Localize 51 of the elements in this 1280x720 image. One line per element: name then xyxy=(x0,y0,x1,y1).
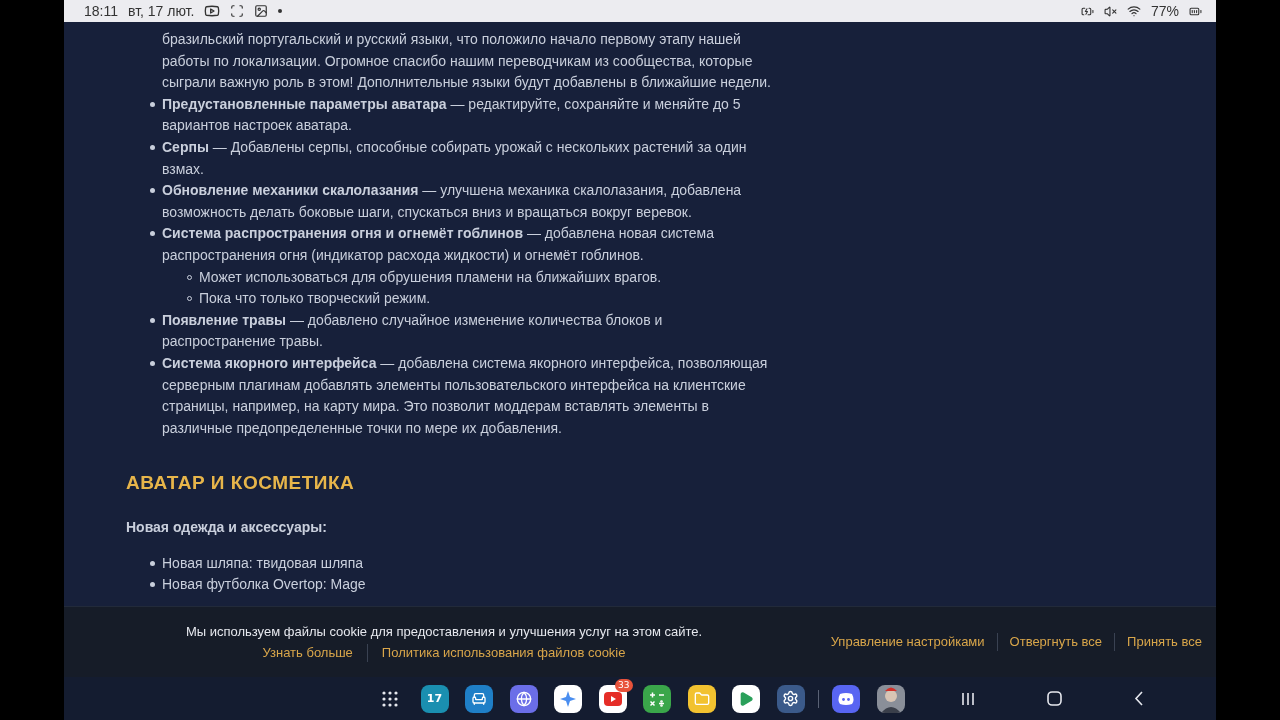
cookie-action-link[interactable]: Отвергнуть все xyxy=(1009,632,1103,652)
home-icon[interactable] xyxy=(1047,691,1062,706)
list-item-text: Система распространения огня и огнемёт гоблинов — добавлена новая система распространения огня (индикатор расхода жидкости) и огнемёт гоблинов. xyxy=(162,224,716,265)
screenshot-icon xyxy=(230,4,245,18)
bullet-icon xyxy=(150,317,155,323)
list-item-text: Предустановленные параметры аватара — редактируйте, сохраняйте и меняйте до 5 вариантов настроек аватара. xyxy=(162,94,742,136)
bullet-icon xyxy=(150,582,155,588)
list-item-text: Серпы — Добавлены серпы, способные собирать урожай с нескольких растений за один взмах. xyxy=(162,137,748,179)
calendar-app-icon[interactable]: 17 xyxy=(420,684,449,713)
paragraph: бразильский португальский и русский языки, что положило начало первому этапу нашей работы по локализации. Огромное спасибо нашим переводчикам из сообщества, которые сыграли важную роль в этом! Дополнительные языки будут добавлены в ближайшие недели. xyxy=(162,30,772,93)
cookie-link[interactable]: Политика использования файлов cookie xyxy=(381,642,626,663)
bench-app-icon[interactable] xyxy=(465,684,493,713)
bullet-icon xyxy=(150,188,155,194)
calculator-app-icon[interactable] xyxy=(643,684,671,713)
list-item-text: Новая футболка Overtop: Mage xyxy=(162,575,366,595)
list-item-text: Система якорного интерфейса — добавлена система якорного интерфейса, позволяющая серверным плагинам добавлять элементы пользовательского интерфейса на клиентские страницы, например, на карту мира. Это позволит моддерам вставлять элементы в различные предопределенные точки по мере их добавления. xyxy=(162,353,769,438)
bullet-icon xyxy=(150,360,155,366)
image-icon xyxy=(254,4,269,18)
recents-icon[interactable] xyxy=(961,691,975,706)
list-item-text: Может использоваться для обрушения пламени на ближайших врагов. xyxy=(199,267,662,287)
wifi-icon xyxy=(1126,4,1141,18)
bullet-icon xyxy=(150,231,155,237)
cookie-action-link[interactable]: Принять все xyxy=(1127,632,1202,652)
bullet-icon xyxy=(150,101,155,107)
avatar-app-icon[interactable] xyxy=(876,684,905,713)
play-store-app-icon[interactable] xyxy=(732,684,760,713)
apps-grid-icon xyxy=(382,690,398,707)
battery-percent: 77% xyxy=(1150,3,1179,19)
mute-icon xyxy=(1103,4,1117,18)
planet-app-icon[interactable] xyxy=(509,684,538,713)
dot-icon xyxy=(278,9,283,13)
folder-app-icon[interactable] xyxy=(687,684,716,713)
sparkle-app-icon[interactable] xyxy=(554,684,582,713)
status-time: 18:11 xyxy=(84,3,118,19)
list-item-text: Обновление механики скалолазания — улучшена механика скалолазания, добавлена возможность делать боковые шаги, спускаться вниз и вращаться вокруг веревок. xyxy=(162,181,743,222)
cookie-action-link[interactable]: Управление настройками xyxy=(830,632,985,652)
bullet-icon xyxy=(150,144,155,150)
list-item-text: Появление травы — добавлено случайное изменение количества блоков и распространение травы. xyxy=(162,310,664,352)
bullet-icon xyxy=(150,560,155,566)
back-icon[interactable] xyxy=(1134,691,1144,706)
section-heading: АВАТАР И КОСМЕТИКА xyxy=(126,471,356,496)
cookie-message: Мы используем файлы cookie для предоставления и улучшения услуг на этом сайте. xyxy=(185,622,703,641)
list-item-text: Пока что только творческий режим. xyxy=(199,289,431,309)
status-date: вт, 17 лют. xyxy=(128,3,195,19)
gear-app-icon[interactable] xyxy=(776,684,805,713)
cookie-link[interactable]: Узнать больше xyxy=(262,642,353,663)
list-item-text: Новая шляпа: твидовая шляпа xyxy=(162,553,364,573)
video-icon xyxy=(204,3,221,19)
chat-app-icon[interactable] xyxy=(832,684,860,713)
notification-badge: 33 xyxy=(615,678,633,692)
subheading: Новая одежда и аксессуары: xyxy=(126,518,328,538)
